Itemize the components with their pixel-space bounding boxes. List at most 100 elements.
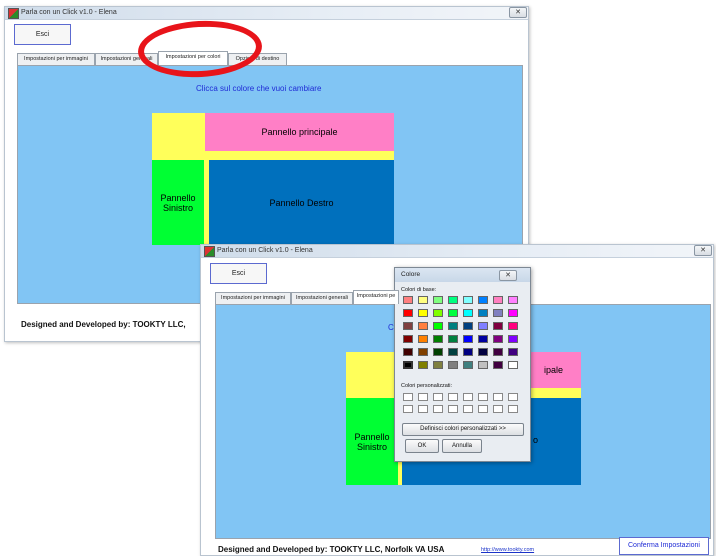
basic-color-swatch[interactable]: [508, 322, 518, 330]
basic-color-swatch[interactable]: [478, 335, 488, 343]
main-panel[interactable]: Pannello principale: [205, 113, 394, 151]
basic-colors-label: Colori di base:: [401, 287, 437, 293]
basic-color-swatch[interactable]: [463, 361, 473, 369]
front-footer-credit: Designed and Developed by: TOOKTY LLC, N…: [218, 545, 445, 554]
ok-button[interactable]: OK: [405, 439, 439, 453]
basic-color-swatch[interactable]: [508, 309, 518, 317]
app-icon: [8, 8, 19, 19]
basic-color-swatch[interactable]: [403, 335, 413, 343]
custom-colors-grid: [403, 393, 523, 415]
custom-color-slot[interactable]: [433, 405, 443, 413]
basic-color-swatch[interactable]: [493, 322, 503, 330]
left-panel[interactable]: Pannello Sinistro: [152, 160, 204, 245]
basic-color-swatch[interactable]: [448, 348, 458, 356]
custom-color-slot[interactable]: [418, 393, 428, 401]
basic-color-swatch[interactable]: [508, 361, 518, 369]
main-panel-label: ipale: [544, 365, 564, 375]
tab-general-settings[interactable]: Impostazioni generali: [291, 292, 353, 304]
color-dialog-title-bar: Colore ✕: [395, 268, 530, 282]
basic-color-swatch[interactable]: [403, 296, 413, 304]
right-panel[interactable]: Pannello Destro: [209, 160, 394, 245]
custom-color-slot[interactable]: [448, 393, 458, 401]
basic-color-swatch[interactable]: [463, 348, 473, 356]
basic-color-swatch[interactable]: [463, 296, 473, 304]
custom-color-slot[interactable]: [403, 393, 413, 401]
basic-color-swatch[interactable]: [403, 348, 413, 356]
confirm-settings-button[interactable]: Conferma Impostazioni: [619, 537, 709, 555]
front-tab-strip: Impostazioni per immagini Impostazioni g…: [215, 290, 415, 304]
basic-color-swatch[interactable]: [448, 322, 458, 330]
custom-color-slot[interactable]: [463, 405, 473, 413]
basic-color-swatch[interactable]: [418, 322, 428, 330]
cancel-button[interactable]: Annulla: [442, 439, 482, 453]
custom-color-slot[interactable]: [508, 393, 518, 401]
basic-color-swatch[interactable]: [418, 335, 428, 343]
back-window-title: Parla con un Click v1.0 - Elena: [21, 9, 117, 16]
main-panel-yellow-strip[interactable]: [205, 151, 394, 160]
custom-color-slot[interactable]: [433, 393, 443, 401]
tab-image-settings[interactable]: Impostazioni per immagini: [215, 292, 291, 304]
basic-color-swatch[interactable]: [403, 361, 413, 369]
basic-color-swatch[interactable]: [433, 335, 443, 343]
custom-color-slot[interactable]: [463, 393, 473, 401]
basic-color-swatch[interactable]: [478, 309, 488, 317]
tab-image-settings[interactable]: Impostazioni per immagini: [17, 53, 95, 65]
basic-color-swatch[interactable]: [508, 296, 518, 304]
custom-color-slot[interactable]: [493, 393, 503, 401]
front-exit-button[interactable]: Esci: [210, 263, 267, 284]
basic-color-swatch[interactable]: [508, 348, 518, 356]
basic-color-swatch[interactable]: [478, 296, 488, 304]
define-custom-colors-button[interactable]: Definisci colori personalizzati >>: [402, 423, 524, 436]
basic-color-swatch[interactable]: [493, 348, 503, 356]
custom-colors-label: Colori personalizzati:: [401, 383, 453, 389]
color-dialog-close-button[interactable]: ✕: [499, 270, 517, 281]
custom-color-slot[interactable]: [478, 405, 488, 413]
basic-color-swatch[interactable]: [493, 335, 503, 343]
basic-color-swatch[interactable]: [478, 361, 488, 369]
basic-color-swatch[interactable]: [493, 296, 503, 304]
tab-color-settings[interactable]: Impostazioni per colori: [158, 51, 228, 65]
top-left-yellow-panel[interactable]: [346, 352, 399, 398]
basic-color-swatch[interactable]: [493, 309, 503, 317]
basic-color-swatch[interactable]: [418, 348, 428, 356]
custom-color-slot[interactable]: [403, 405, 413, 413]
basic-color-swatch[interactable]: [418, 361, 428, 369]
basic-color-swatch[interactable]: [418, 309, 428, 317]
basic-color-swatch[interactable]: [463, 309, 473, 317]
front-close-button[interactable]: ✕: [694, 245, 712, 256]
back-close-button[interactable]: ✕: [509, 7, 527, 18]
back-footer-credit: Designed and Developed by: TOOKTY LLC,: [21, 320, 186, 329]
basic-color-swatch[interactable]: [433, 361, 443, 369]
basic-color-swatch[interactable]: [463, 335, 473, 343]
basic-color-swatch[interactable]: [478, 322, 488, 330]
basic-color-swatch[interactable]: [433, 296, 443, 304]
left-panel[interactable]: Pannello Sinistro: [346, 398, 398, 485]
basic-colors-grid: [403, 296, 523, 376]
basic-color-swatch[interactable]: [448, 361, 458, 369]
basic-color-swatch[interactable]: [433, 348, 443, 356]
custom-color-slot[interactable]: [508, 405, 518, 413]
basic-color-swatch[interactable]: [433, 309, 443, 317]
basic-color-swatch[interactable]: [403, 322, 413, 330]
basic-color-swatch[interactable]: [508, 335, 518, 343]
basic-color-swatch[interactable]: [493, 361, 503, 369]
custom-color-slot[interactable]: [418, 405, 428, 413]
basic-color-swatch[interactable]: [478, 348, 488, 356]
basic-color-swatch[interactable]: [418, 296, 428, 304]
basic-color-swatch[interactable]: [448, 296, 458, 304]
custom-color-slot[interactable]: [448, 405, 458, 413]
basic-color-swatch[interactable]: [463, 322, 473, 330]
basic-color-swatch[interactable]: [448, 309, 458, 317]
website-link[interactable]: http://www.tookty.com: [481, 547, 534, 553]
back-exit-button[interactable]: Esci: [14, 24, 71, 45]
app-icon: [204, 246, 215, 257]
custom-color-slot[interactable]: [493, 405, 503, 413]
back-title-bar: Parla con un Click v1.0 - Elena ✕: [5, 7, 528, 20]
basic-color-swatch[interactable]: [403, 309, 413, 317]
custom-color-slot[interactable]: [478, 393, 488, 401]
right-panel-label: o: [533, 435, 539, 445]
basic-color-swatch[interactable]: [448, 335, 458, 343]
top-left-yellow-panel[interactable]: [152, 113, 205, 160]
basic-color-swatch[interactable]: [433, 322, 443, 330]
tab-color-settings[interactable]: Impostazioni pe: [353, 290, 399, 304]
